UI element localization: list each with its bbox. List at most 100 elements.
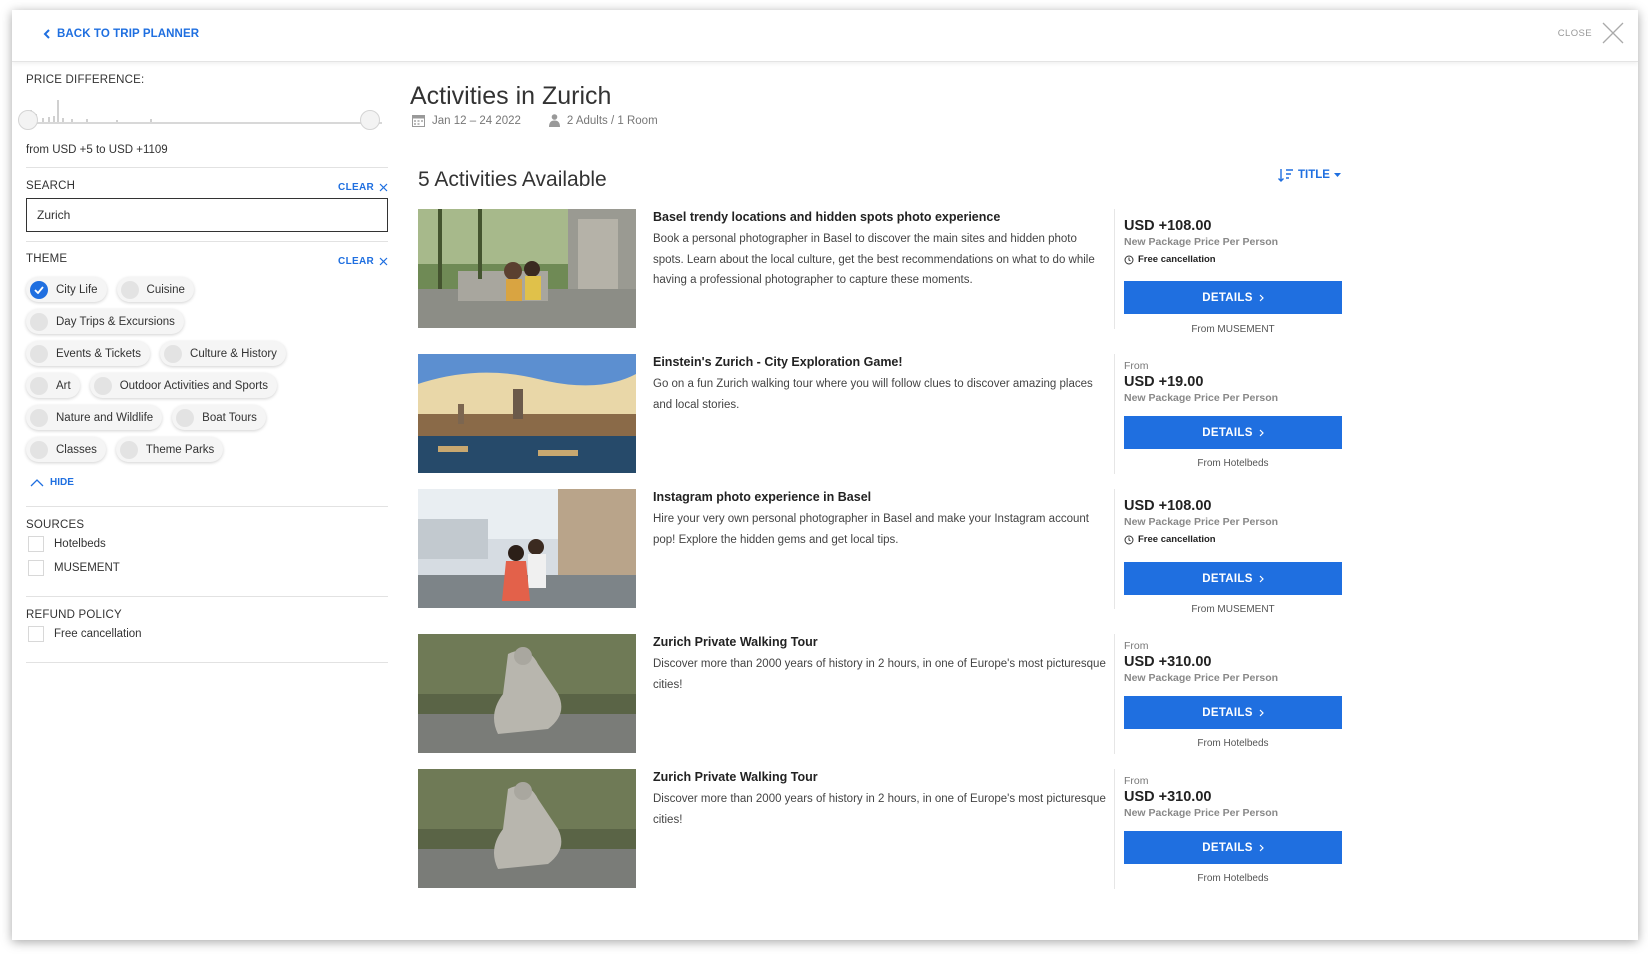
- details-button[interactable]: DETAILS: [1124, 831, 1342, 864]
- radio-icon: [120, 280, 139, 299]
- activity-title[interactable]: Basel trendy locations and hidden spots …: [653, 210, 1000, 224]
- chip-label: City Life: [56, 283, 98, 296]
- divider: [1114, 769, 1115, 889]
- theme-chip-city-life[interactable]: City Life: [26, 277, 107, 302]
- theme-chips: City Life Cuisine Day Trips & Excursions…: [26, 277, 388, 469]
- sort-dropdown[interactable]: TITLE: [1278, 168, 1341, 182]
- search-input[interactable]: [26, 198, 388, 232]
- activity-image[interactable]: [418, 354, 636, 473]
- radio-icon: [119, 440, 138, 459]
- chip-label: Boat Tours: [202, 411, 257, 424]
- hide-label: HIDE: [50, 477, 74, 488]
- theme-chip-day-trips[interactable]: Day Trips & Excursions: [26, 309, 184, 334]
- details-label: DETAILS: [1202, 572, 1253, 585]
- free-cancellation-label: Free cancellation: [1138, 534, 1216, 545]
- divider: [26, 241, 388, 242]
- page-title: Activities in Zurich: [410, 82, 612, 110]
- clear-label: CLEAR: [338, 256, 374, 267]
- close-icon: [1602, 22, 1624, 44]
- activity-price: USD +310.00: [1124, 654, 1212, 670]
- back-to-trip-planner-link[interactable]: BACK TO TRIP PLANNER: [43, 28, 199, 40]
- theme-chip-outdoor-activities[interactable]: Outdoor Activities and Sports: [89, 373, 278, 398]
- radio-icon: [30, 440, 48, 459]
- price-slider-max-handle[interactable]: [360, 110, 380, 130]
- radio-icon: [30, 312, 48, 331]
- free-cancellation-badge: Free cancellation: [1124, 254, 1346, 265]
- refund-icon: [1124, 255, 1134, 264]
- activity-title[interactable]: Zurich Private Walking Tour: [653, 770, 818, 784]
- chevron-right-icon: [1259, 844, 1264, 851]
- close-label: CLOSE: [1557, 27, 1592, 39]
- activity-image[interactable]: [418, 769, 636, 888]
- chevron-up-icon: [30, 478, 44, 486]
- clear-search-button[interactable]: CLEAR: [338, 182, 388, 193]
- theme-chip-art[interactable]: Art: [26, 373, 80, 398]
- theme-chip-cuisine[interactable]: Cuisine: [116, 277, 194, 302]
- activities-modal: BACK TO TRIP PLANNER CLOSE PRICE DIFFERE…: [12, 10, 1638, 940]
- activity-card: Zurich Private Walking Tour Discover mor…: [418, 769, 1348, 889]
- sort-icon: [1278, 169, 1293, 182]
- refund-option-label: Free cancellation: [54, 628, 142, 640]
- activity-description: Go on a fun Zurich walking tour where yo…: [653, 378, 1093, 411]
- free-cancellation-label: Free cancellation: [1138, 254, 1216, 265]
- checkbox[interactable]: [28, 560, 44, 576]
- chip-label: Theme Parks: [145, 443, 215, 456]
- details-button[interactable]: DETAILS: [1124, 281, 1342, 314]
- activity-card: Basel trendy locations and hidden spots …: [418, 209, 1348, 335]
- checkbox[interactable]: [28, 626, 44, 642]
- radio-icon: [164, 344, 183, 363]
- chevron-left-icon: [43, 29, 50, 39]
- chevron-right-icon: [1259, 294, 1264, 301]
- activity-card: Instagram photo experience in Basel Hire…: [418, 489, 1348, 615]
- activity-card: Zurich Private Walking Tour Discover mor…: [418, 634, 1348, 754]
- theme-chip-theme-parks[interactable]: Theme Parks: [115, 437, 224, 462]
- activity-description: Discover more than 2000 years of history…: [653, 658, 1106, 691]
- activity-image[interactable]: [418, 209, 636, 328]
- chip-label: Culture & History: [190, 347, 277, 360]
- from-label: From: [1124, 775, 1149, 787]
- theme-chip-classes[interactable]: Classes: [26, 437, 106, 462]
- theme-chip-nature-wildlife[interactable]: Nature and Wildlife: [26, 405, 163, 430]
- chip-label: Cuisine: [146, 283, 185, 296]
- activity-title[interactable]: Zurich Private Walking Tour: [653, 635, 818, 649]
- check-icon: [30, 280, 48, 299]
- divider: [26, 506, 388, 507]
- radio-icon: [93, 376, 112, 395]
- activity-image[interactable]: [418, 489, 636, 608]
- price-note: New Package Price Per Person: [1124, 236, 1279, 248]
- chip-label: Nature and Wildlife: [56, 411, 154, 424]
- search-label: SEARCH: [26, 180, 76, 192]
- source-option-musement[interactable]: MUSEMENT: [28, 560, 120, 576]
- clear-theme-button[interactable]: CLEAR: [338, 256, 388, 267]
- divider: [26, 662, 388, 663]
- refund-option-free-cancellation[interactable]: Free cancellation: [28, 626, 142, 642]
- activity-price: USD +108.00: [1124, 498, 1212, 514]
- theme-chip-culture-history[interactable]: Culture & History: [160, 341, 286, 366]
- close-button[interactable]: CLOSE: [1558, 22, 1624, 44]
- activity-title[interactable]: Instagram photo experience in Basel: [653, 490, 871, 504]
- details-button[interactable]: DETAILS: [1124, 416, 1342, 449]
- price-range-text: from USD +5 to USD +1109: [26, 144, 168, 156]
- activity-card: Einstein's Zurich - City Exploration Gam…: [418, 354, 1348, 474]
- activity-title[interactable]: Einstein's Zurich - City Exploration Gam…: [653, 355, 903, 369]
- divider: [26, 167, 388, 168]
- free-cancellation-badge: Free cancellation: [1124, 534, 1346, 545]
- price-note: New Package Price Per Person: [1124, 516, 1279, 528]
- price-slider-min-handle[interactable]: [18, 110, 38, 130]
- divider: [1114, 489, 1115, 609]
- source-label: MUSEMENT: [54, 562, 120, 574]
- close-icon: [379, 183, 388, 192]
- theme-chip-events-tickets[interactable]: Events & Tickets: [26, 341, 151, 366]
- details-button[interactable]: DETAILS: [1124, 562, 1342, 595]
- chip-label: Outdoor Activities and Sports: [119, 379, 269, 392]
- theme-chip-boat-tours[interactable]: Boat Tours: [172, 405, 266, 430]
- hide-themes-button[interactable]: HIDE: [30, 477, 74, 488]
- checkbox[interactable]: [28, 536, 44, 552]
- details-button[interactable]: DETAILS: [1124, 696, 1342, 729]
- activity-image[interactable]: [418, 634, 636, 753]
- source-option-hotelbeds[interactable]: Hotelbeds: [28, 536, 106, 552]
- from-label: From: [1124, 640, 1149, 652]
- chip-label: Art: [56, 379, 71, 392]
- activity-price: USD +108.00: [1124, 218, 1212, 234]
- trip-dates: Jan 12 – 24 2022: [412, 114, 521, 127]
